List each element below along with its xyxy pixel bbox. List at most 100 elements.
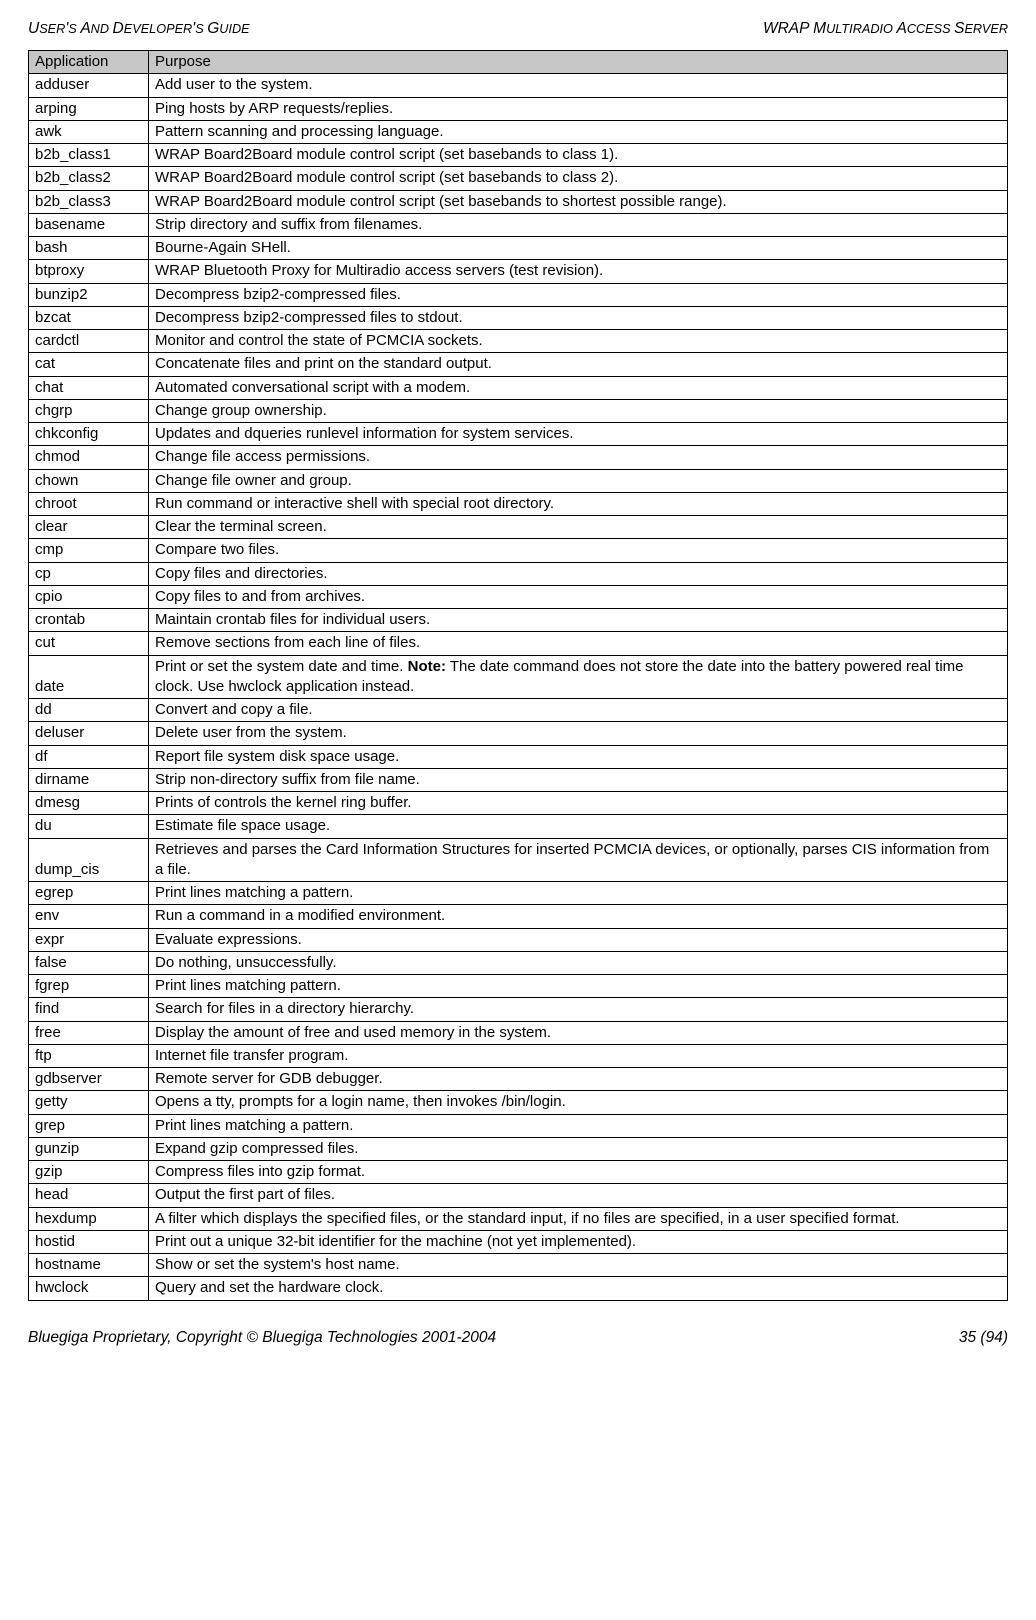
table-row: cpCopy files and directories.: [29, 562, 1008, 585]
table-row: headOutput the first part of files.: [29, 1184, 1008, 1207]
cell-purpose: Convert and copy a file.: [149, 699, 1008, 722]
table-row: cpioCopy files to and from archives.: [29, 585, 1008, 608]
table-row: fgrepPrint lines matching pattern.: [29, 975, 1008, 998]
cell-purpose: Run command or interactive shell with sp…: [149, 492, 1008, 515]
table-row: cmpCompare two files.: [29, 539, 1008, 562]
header-right: WRAP MULTIRADIO ACCESS SERVER: [763, 20, 1008, 38]
table-row: bunzip2Decompress bzip2-compressed files…: [29, 283, 1008, 306]
cell-purpose: WRAP Board2Board module control script (…: [149, 144, 1008, 167]
table-row: falseDo nothing, unsuccessfully.: [29, 951, 1008, 974]
cell-application: bzcat: [29, 306, 149, 329]
table-row: arpingPing hosts by ARP requests/replies…: [29, 97, 1008, 120]
table-row: envRun a command in a modified environme…: [29, 905, 1008, 928]
cell-application: bunzip2: [29, 283, 149, 306]
table-row: b2b_class3WRAP Board2Board module contro…: [29, 190, 1008, 213]
applications-table: Application Purpose adduserAdd user to t…: [28, 50, 1008, 1301]
cell-purpose: WRAP Board2Board module control script (…: [149, 190, 1008, 213]
cell-application: cpio: [29, 585, 149, 608]
cell-purpose: Print lines matching a pattern.: [149, 882, 1008, 905]
cell-purpose: Do nothing, unsuccessfully.: [149, 951, 1008, 974]
cell-application: cut: [29, 632, 149, 655]
table-row: chgrpChange group ownership.: [29, 399, 1008, 422]
table-row: chownChange file owner and group.: [29, 469, 1008, 492]
cell-purpose: Evaluate expressions.: [149, 928, 1008, 951]
cell-purpose: Print lines matching a pattern.: [149, 1114, 1008, 1137]
table-row: b2b_class2WRAP Board2Board module contro…: [29, 167, 1008, 190]
cell-application: egrep: [29, 882, 149, 905]
cell-application: free: [29, 1021, 149, 1044]
cell-purpose: Search for files in a directory hierarch…: [149, 998, 1008, 1021]
cell-purpose: Clear the terminal screen.: [149, 516, 1008, 539]
cell-purpose: Print or set the system date and time. N…: [149, 655, 1008, 699]
cell-application: hexdump: [29, 1207, 149, 1230]
cell-purpose: Query and set the hardware clock.: [149, 1277, 1008, 1300]
cell-application: env: [29, 905, 149, 928]
cell-application: b2b_class2: [29, 167, 149, 190]
cell-purpose: Output the first part of files.: [149, 1184, 1008, 1207]
cell-application: dirname: [29, 768, 149, 791]
cell-application: clear: [29, 516, 149, 539]
table-row: exprEvaluate expressions.: [29, 928, 1008, 951]
footer-right: 35 (94): [959, 1329, 1008, 1347]
table-row: chrootRun command or interactive shell w…: [29, 492, 1008, 515]
table-row: adduserAdd user to the system.: [29, 74, 1008, 97]
cell-application: chown: [29, 469, 149, 492]
table-row: btproxyWRAP Bluetooth Proxy for Multirad…: [29, 260, 1008, 283]
cell-application: basename: [29, 213, 149, 236]
table-row: findSearch for files in a directory hier…: [29, 998, 1008, 1021]
cell-purpose: Decompress bzip2-compressed files to std…: [149, 306, 1008, 329]
cell-purpose: Delete user from the system.: [149, 722, 1008, 745]
table-header-row: Application Purpose: [29, 51, 1008, 74]
cell-application: head: [29, 1184, 149, 1207]
table-row: cutRemove sections from each line of fil…: [29, 632, 1008, 655]
cell-purpose: Prints of controls the kernel ring buffe…: [149, 792, 1008, 815]
cell-application: gdbserver: [29, 1068, 149, 1091]
header-left: USER'S AND DEVELOPER'S GUIDE: [28, 20, 250, 38]
footer-left: Bluegiga Proprietary, Copyright © Bluegi…: [28, 1329, 496, 1347]
cell-purpose: WRAP Board2Board module control script (…: [149, 167, 1008, 190]
cell-application: chkconfig: [29, 423, 149, 446]
cell-application: deluser: [29, 722, 149, 745]
cell-application: find: [29, 998, 149, 1021]
cell-purpose: Maintain crontab files for individual us…: [149, 609, 1008, 632]
table-row: grepPrint lines matching a pattern.: [29, 1114, 1008, 1137]
cell-application: cp: [29, 562, 149, 585]
cell-application: date: [29, 655, 149, 699]
cell-purpose: Retrieves and parses the Card Informatio…: [149, 838, 1008, 882]
cell-purpose: Estimate file space usage.: [149, 815, 1008, 838]
cell-application: expr: [29, 928, 149, 951]
cell-application: dd: [29, 699, 149, 722]
cell-purpose: Print out a unique 32-bit identifier for…: [149, 1230, 1008, 1253]
cell-purpose: Ping hosts by ARP requests/replies.: [149, 97, 1008, 120]
cell-application: b2b_class3: [29, 190, 149, 213]
cell-application: dmesg: [29, 792, 149, 815]
cell-purpose: Expand gzip compressed files.: [149, 1137, 1008, 1160]
cell-application: dump_cis: [29, 838, 149, 882]
cell-application: chmod: [29, 446, 149, 469]
cell-purpose: Compress files into gzip format.: [149, 1161, 1008, 1184]
cell-application: adduser: [29, 74, 149, 97]
cell-purpose: Concatenate files and print on the stand…: [149, 353, 1008, 376]
table-row: chatAutomated conversational script with…: [29, 376, 1008, 399]
cell-purpose: Compare two files.: [149, 539, 1008, 562]
table-row: dfReport file system disk space usage.: [29, 745, 1008, 768]
cell-purpose: Decompress bzip2-compressed files.: [149, 283, 1008, 306]
table-row: chkconfigUpdates and dqueries runlevel i…: [29, 423, 1008, 446]
cell-purpose: Copy files and directories.: [149, 562, 1008, 585]
cell-purpose: Pattern scanning and processing language…: [149, 120, 1008, 143]
table-row: gdbserverRemote server for GDB debugger.: [29, 1068, 1008, 1091]
cell-application: hostid: [29, 1230, 149, 1253]
cell-purpose: Change group ownership.: [149, 399, 1008, 422]
table-row: b2b_class1WRAP Board2Board module contro…: [29, 144, 1008, 167]
cell-purpose: Automated conversational script with a m…: [149, 376, 1008, 399]
page-header: USER'S AND DEVELOPER'S GUIDE WRAP MULTIR…: [28, 20, 1008, 38]
table-row: duEstimate file space usage.: [29, 815, 1008, 838]
cell-application: grep: [29, 1114, 149, 1137]
header-purpose: Purpose: [149, 51, 1008, 74]
cell-application: df: [29, 745, 149, 768]
cell-application: ftp: [29, 1044, 149, 1067]
table-row: dump_cisRetrieves and parses the Card In…: [29, 838, 1008, 882]
page-footer: Bluegiga Proprietary, Copyright © Bluegi…: [28, 1329, 1008, 1347]
cell-application: hwclock: [29, 1277, 149, 1300]
cell-purpose: Remote server for GDB debugger.: [149, 1068, 1008, 1091]
